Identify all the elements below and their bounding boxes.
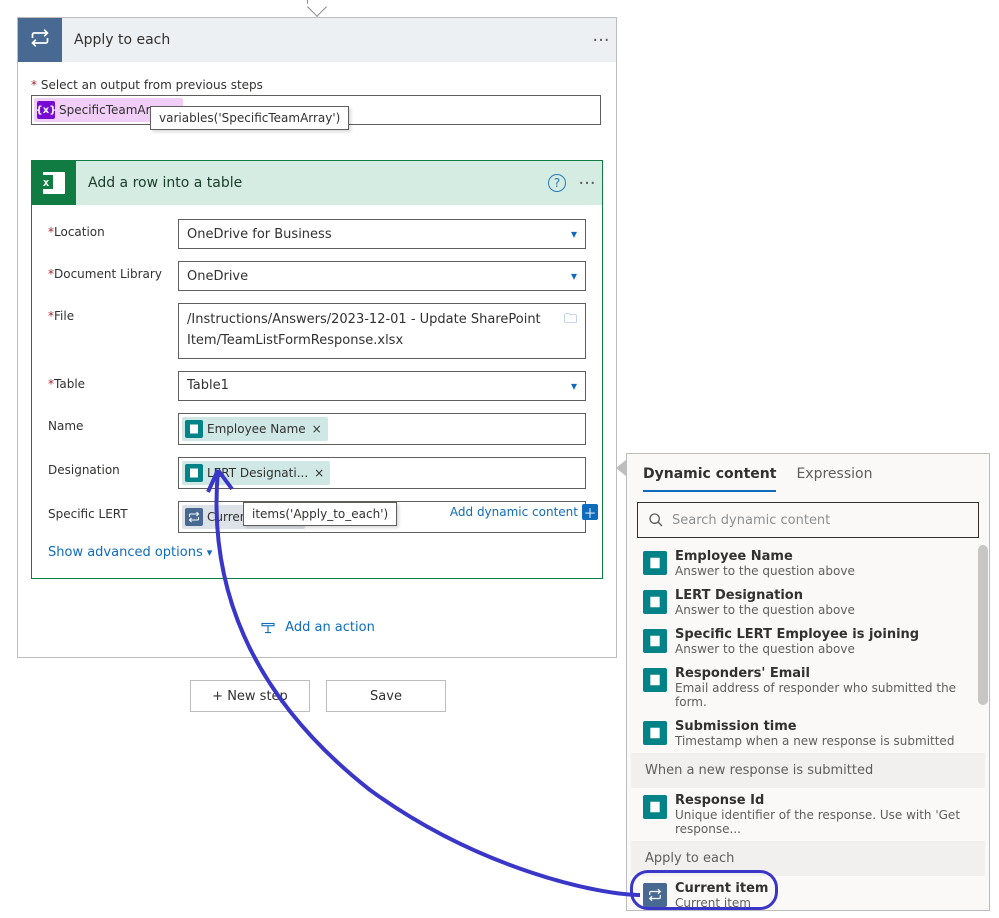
dynamic-item-responders-email[interactable]: Responders' EmailEmail address of respon… — [631, 661, 985, 714]
location-label: *Location — [48, 219, 178, 239]
chevron-down-icon: ▾ — [207, 546, 213, 559]
excel-icon — [32, 161, 76, 205]
loop-icon — [185, 508, 203, 526]
incoming-arrow-icon — [307, 0, 327, 17]
table-select[interactable]: Table1 ▾ — [178, 371, 586, 401]
token-tooltip: variables('SpecificTeamArray') — [150, 106, 349, 130]
search-icon — [648, 512, 664, 528]
remove-token-icon[interactable]: × — [312, 422, 322, 436]
apply-to-each-menu-button[interactable]: ··· — [586, 30, 616, 51]
forms-icon — [643, 795, 667, 819]
tab-dynamic-content[interactable]: Dynamic content — [643, 466, 776, 492]
panel-pointer-icon — [616, 460, 626, 476]
chevron-down-icon: ▾ — [571, 269, 577, 283]
dynamic-item-submission-time[interactable]: Submission timeTimestamp when a new resp… — [631, 714, 985, 753]
doclib-select[interactable]: OneDrive ▾ — [178, 261, 586, 291]
select-output-label: * Select an output from previous steps — [31, 78, 611, 92]
add-row-menu-button[interactable]: ··· — [572, 173, 602, 194]
forms-icon — [643, 721, 667, 745]
designation-label: Designation — [48, 457, 178, 477]
annotation-circle — [630, 870, 778, 910]
apply-to-each-header[interactable]: Apply to each ··· — [18, 18, 616, 62]
help-icon[interactable]: ? — [548, 174, 566, 192]
doclib-label: *Document Library — [48, 261, 178, 281]
table-label: *Table — [48, 371, 178, 391]
apply-to-each-title: Apply to each — [62, 32, 586, 48]
forms-icon — [643, 590, 667, 614]
chevron-down-icon: ▾ — [571, 227, 577, 241]
forms-icon — [185, 464, 203, 482]
dynamic-content-search-input[interactable]: Search dynamic content — [637, 502, 979, 538]
apply-to-each-card: Apply to each ··· * Select an output fro… — [17, 17, 617, 658]
folder-icon[interactable]: 🗀 — [564, 310, 577, 331]
location-select[interactable]: OneDrive for Business ▾ — [178, 219, 586, 249]
add-an-action-button[interactable]: Add an action — [23, 619, 611, 637]
name-label: Name — [48, 413, 178, 433]
new-step-button[interactable]: + New step — [190, 680, 310, 712]
file-picker[interactable]: /Instructions/Answers/2023-12-01 - Updat… — [178, 303, 586, 359]
chevron-down-icon: ▾ — [571, 379, 577, 393]
dynamic-content-panel: Dynamic content Expression Search dynami… — [626, 453, 990, 911]
add-row-action-header[interactable]: Add a row into a table ? ··· — [32, 161, 602, 205]
designation-input[interactable]: LERT Designati... × — [178, 457, 586, 489]
show-advanced-options-link[interactable]: Show advanced options▾ — [48, 545, 212, 560]
name-input[interactable]: Employee Name × — [178, 413, 586, 445]
variable-icon: {x} — [37, 101, 55, 119]
add-action-icon — [259, 619, 277, 637]
lert-designation-token[interactable]: LERT Designati... × — [182, 461, 330, 485]
forms-icon — [643, 629, 667, 653]
dynamic-section-when-new-response: When a new response is submitted — [631, 753, 985, 788]
scrollbar[interactable] — [978, 545, 988, 705]
plus-icon: ＋ — [582, 504, 598, 520]
forms-icon — [643, 551, 667, 575]
employee-name-token[interactable]: Employee Name × — [182, 417, 328, 441]
dynamic-item-specific-lert[interactable]: Specific LERT Employee is joiningAnswer … — [631, 622, 985, 661]
add-row-action-title: Add a row into a table — [76, 175, 548, 191]
tab-expression[interactable]: Expression — [796, 466, 872, 492]
remove-token-icon[interactable]: × — [314, 466, 324, 480]
save-button[interactable]: Save — [326, 680, 446, 712]
dynamic-item-employee-name[interactable]: Employee NameAnswer to the question abov… — [631, 544, 985, 583]
dynamic-item-lert-designation[interactable]: LERT DesignationAnswer to the question a… — [631, 583, 985, 622]
specific-lert-label: Specific LERT — [48, 501, 178, 521]
forms-icon — [643, 668, 667, 692]
items-tooltip: items('Apply_to_each') — [243, 502, 397, 526]
forms-icon — [185, 420, 203, 438]
loop-icon — [18, 18, 62, 62]
add-dynamic-content-link[interactable]: Add dynamic content ＋ — [450, 504, 598, 520]
file-label: *File — [48, 303, 178, 323]
dynamic-item-response-id[interactable]: Response IdUnique identifier of the resp… — [631, 788, 985, 841]
